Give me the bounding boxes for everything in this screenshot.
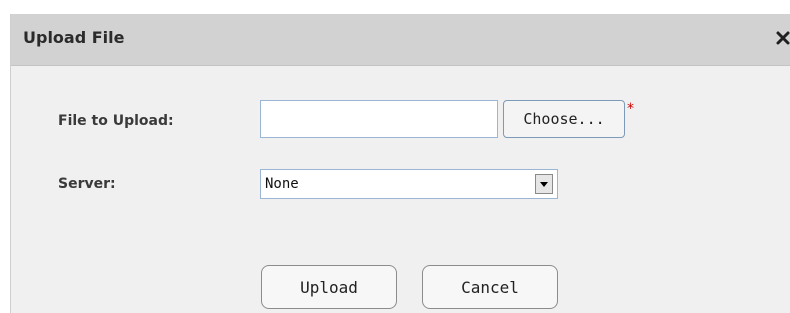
upload-file-dialog: Upload File File to Upload: Choose... * …: [10, 14, 790, 313]
upload-button[interactable]: Upload: [261, 265, 397, 309]
file-path-input[interactable]: [260, 100, 498, 138]
dialog-title: Upload File: [23, 28, 125, 47]
cancel-button[interactable]: Cancel: [422, 265, 558, 309]
dropdown-arrow-icon[interactable]: [535, 174, 553, 194]
choose-file-button[interactable]: Choose...: [503, 100, 625, 138]
server-label: Server:: [58, 176, 116, 192]
server-select[interactable]: None: [260, 169, 558, 199]
required-indicator: *: [627, 101, 634, 117]
server-selected-value: None: [265, 176, 299, 192]
dialog-titlebar: Upload File: [11, 14, 790, 66]
close-icon[interactable]: [775, 27, 790, 49]
file-to-upload-label: File to Upload:: [58, 113, 174, 129]
